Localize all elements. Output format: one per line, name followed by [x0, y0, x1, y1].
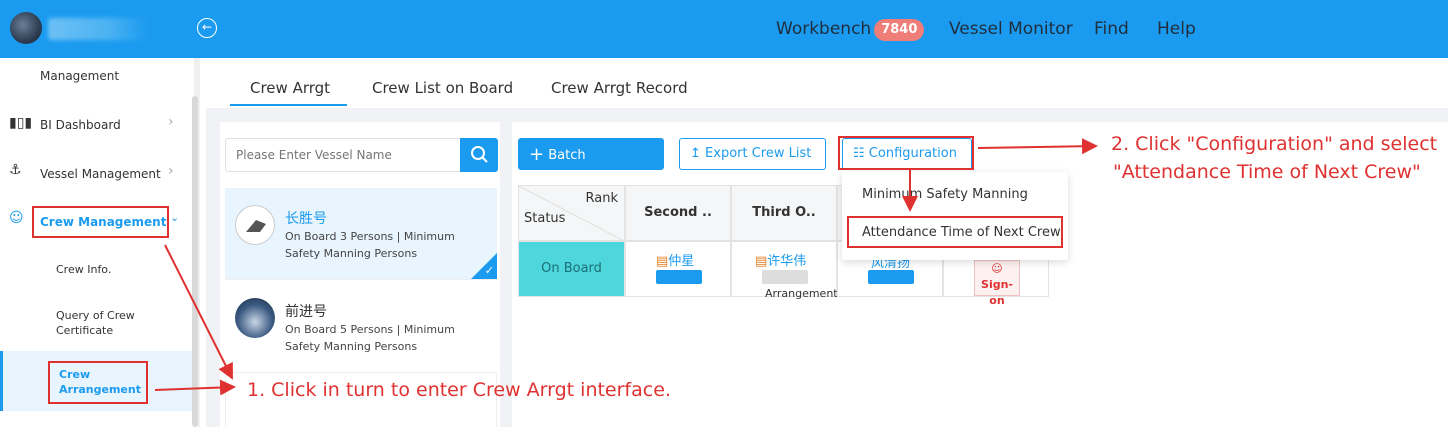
annotation-step-2a: 2. Click "Configuration" and select: [1111, 133, 1438, 155]
annotation-step-1: 1. Click in turn to enter Crew Arrgt int…: [247, 379, 671, 401]
annotation-arrows: [154, 138, 1098, 396]
annotation-step-2b: "Attendance Time of Next Crew": [1113, 161, 1421, 183]
